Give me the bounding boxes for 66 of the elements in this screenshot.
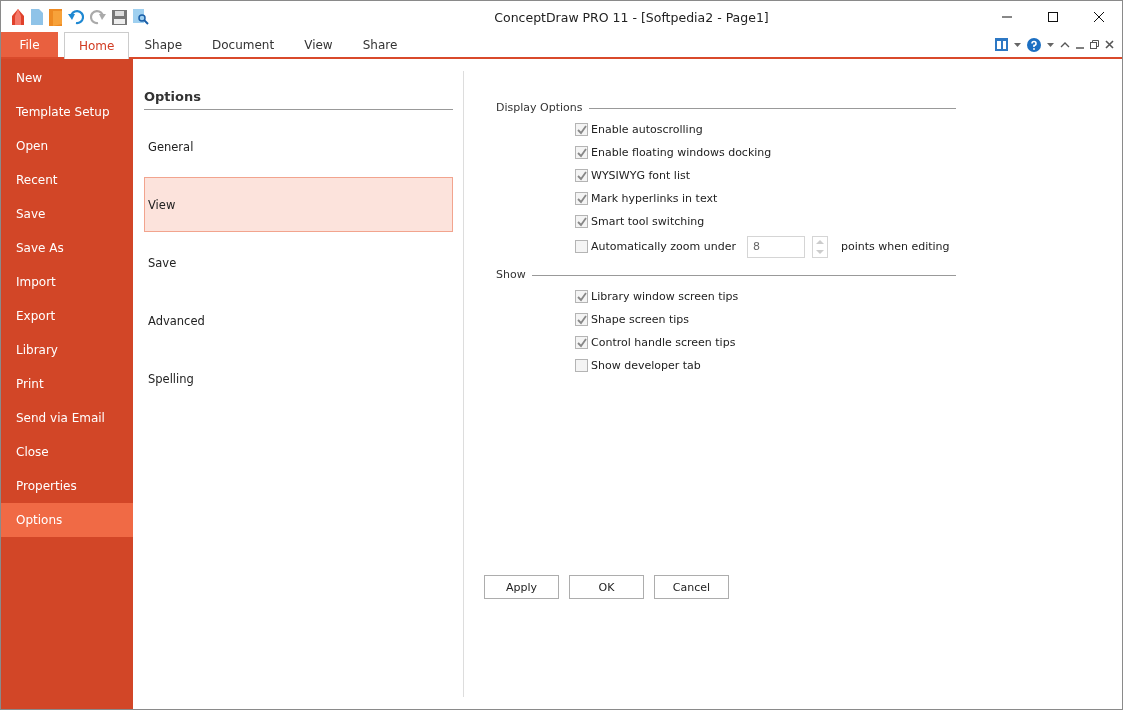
pencil-logo-icon (11, 8, 25, 26)
menu-item[interactable]: Options (1, 503, 133, 537)
category-item[interactable]: Spelling (144, 351, 453, 406)
checkbox[interactable] (575, 336, 588, 349)
checkbox[interactable] (575, 123, 588, 136)
category-item[interactable]: General (144, 119, 453, 174)
checkbox-label: Smart tool switching (591, 215, 705, 228)
checkbox[interactable] (575, 313, 588, 326)
checkbox[interactable] (575, 192, 588, 205)
checkbox[interactable] (575, 290, 588, 303)
menu-item[interactable]: Recent (1, 163, 133, 197)
help-icon[interactable] (1027, 37, 1041, 52)
save-icon[interactable] (112, 9, 127, 25)
menu-item[interactable]: New (1, 61, 133, 95)
open-folder-icon[interactable] (49, 8, 62, 26)
restore-icon[interactable] (1090, 40, 1099, 49)
checkbox-label: Automatically zoom under (591, 240, 736, 253)
unit-label: points when editing (840, 240, 950, 253)
number-field[interactable]: 8 (746, 235, 805, 258)
checkbox-label: Shape screen tips (591, 313, 690, 326)
pane-title: Options (144, 89, 453, 110)
checkbox-label: Enable floating windows docking (591, 146, 772, 159)
caret-icon[interactable] (1047, 42, 1054, 47)
category-item[interactable]: Advanced (144, 293, 453, 348)
checkbox[interactable] (575, 169, 588, 182)
group-title: Display Options (496, 100, 583, 114)
close-icon[interactable] (1094, 12, 1104, 22)
checkbox-label: Enable autoscrolling (591, 123, 703, 136)
new-document-icon[interactable] (31, 9, 43, 25)
menu-item[interactable]: Print (1, 367, 133, 401)
menu-item[interactable]: Import (1, 265, 133, 299)
menu-item[interactable]: Open (1, 129, 133, 163)
file-tab[interactable]: File (1, 32, 58, 57)
category-item[interactable]: Save (144, 235, 453, 290)
menu-item[interactable]: Send via Email (1, 401, 133, 435)
menu-item[interactable]: Export (1, 299, 133, 333)
menu-item[interactable]: Template Setup (1, 95, 133, 129)
category-item[interactable]: View (144, 177, 453, 232)
menu-item[interactable]: Close (1, 435, 133, 469)
caret-icon[interactable] (1014, 42, 1021, 47)
checkbox-label: Library window screen tips (591, 290, 739, 303)
checkbox-label: WYSIWYG font list (591, 169, 690, 182)
checkbox[interactable] (575, 215, 588, 228)
group-title: Show (496, 267, 526, 281)
ribbon-tab[interactable]: Home (64, 32, 130, 59)
checkbox-label: Control handle screen tips (591, 336, 736, 349)
maximize-icon[interactable] (1048, 12, 1058, 22)
redo-icon[interactable] (90, 9, 106, 25)
window-title: ConceptDraw PRO 11 - [Softpedia2 - Page1] (493, 9, 770, 25)
menu-item[interactable]: Save (1, 197, 133, 231)
checkbox-label: Mark hyperlinks in text (591, 192, 718, 205)
dialog-button[interactable]: OK (569, 575, 644, 599)
menu-item[interactable]: Library (1, 333, 133, 367)
dialog-button[interactable]: Cancel (654, 575, 729, 599)
close-icon[interactable] (1105, 40, 1114, 49)
dialog-button[interactable]: Apply (484, 575, 559, 599)
undo-icon[interactable] (68, 9, 84, 25)
print-preview-icon[interactable] (133, 9, 149, 25)
checkbox-label: Show developer tab (591, 359, 701, 372)
menu-item[interactable]: Properties (1, 469, 133, 503)
checkbox[interactable] (575, 146, 588, 159)
checkbox[interactable] (575, 240, 588, 253)
panel-layout-icon[interactable] (995, 38, 1008, 51)
menu-item[interactable]: Save As (1, 231, 133, 265)
checkbox[interactable] (575, 359, 588, 372)
collapse-ribbon-icon[interactable] (1060, 41, 1070, 48)
